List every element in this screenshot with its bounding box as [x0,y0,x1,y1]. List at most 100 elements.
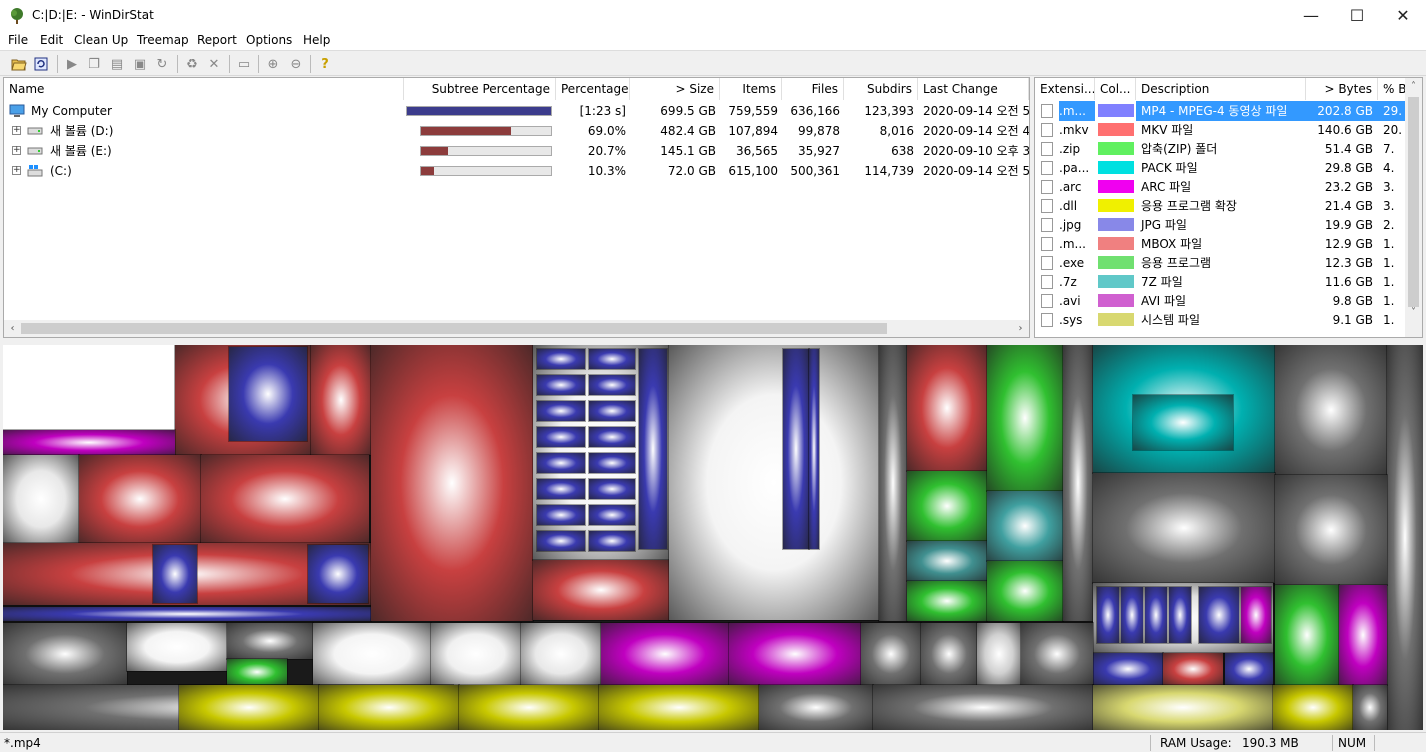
treemap-cell[interactable] [1092,652,1164,686]
scroll-thumb[interactable] [1408,97,1419,307]
treemap-cell[interactable] [782,348,810,550]
treemap-cell[interactable] [1224,652,1274,686]
treemap-cell[interactable] [920,622,978,686]
scroll-down-icon[interactable]: ˅ [1405,304,1422,321]
extension-row[interactable]: .pa... PACK 파일 29.8 GB 4. [1035,158,1407,177]
treemap-cell[interactable] [200,454,370,544]
cmd-icon[interactable]: ▣ [130,54,150,74]
close-button[interactable]: ✕ [1380,0,1426,31]
treemap-cell[interactable] [1020,622,1094,686]
treemap-cell[interactable] [1198,586,1240,644]
explorer-icon[interactable]: ▤ [107,54,127,74]
treemap-cell[interactable] [638,348,668,550]
treemap[interactable] [3,345,1423,730]
treemap-cell[interactable] [532,559,670,621]
col-files[interactable]: Files [782,78,844,100]
treemap-cell[interactable] [588,504,636,526]
treemap-cell[interactable] [536,452,586,474]
treemap-cell[interactable] [588,374,636,396]
treemap-cell[interactable] [307,544,369,604]
extension-row[interactable]: .mkv MKV 파일 140.6 GB 20. [1035,120,1407,139]
treemap-cell[interactable] [598,684,760,730]
treemap-cell[interactable] [1132,394,1234,451]
menu-treemap[interactable]: Treemap [137,33,189,47]
treemap-cell[interactable] [78,454,202,544]
treemap-cell[interactable] [1092,472,1276,584]
extension-row[interactable]: .m... MP4 - MPEG-4 동영상 파일 202.8 GB 29. [1035,101,1407,121]
menu-help[interactable]: Help [303,33,330,47]
treemap-cell[interactable] [1144,586,1168,644]
extension-row[interactable]: .jpg JPG 파일 19.9 GB 2. [1035,215,1407,234]
refresh-icon[interactable] [31,54,51,74]
col-items[interactable]: Items [720,78,782,100]
maximize-button[interactable]: ☐ [1334,0,1380,31]
treemap-cell[interactable] [600,622,730,686]
treemap-cell[interactable] [588,348,636,370]
extension-row[interactable]: .avi AVI 파일 9.8 GB 1. [1035,291,1407,310]
treemap-cell[interactable] [808,348,820,550]
treemap-cell[interactable] [1338,584,1388,686]
horizontal-scrollbar[interactable]: ‹ › [4,320,1029,337]
treemap-cell[interactable] [126,622,228,672]
treemap-cell[interactable] [1162,652,1224,686]
treemap-cell[interactable] [536,374,586,396]
recycle-icon[interactable]: ♻ [182,54,202,74]
treemap-cell[interactable] [1240,586,1272,644]
treemap-cell[interactable] [1120,586,1144,644]
extension-row[interactable]: .exe 응용 프로그램 12.3 GB 1. [1035,253,1407,272]
scroll-right-icon[interactable]: › [1012,320,1029,337]
treemap-cell[interactable] [1168,586,1192,644]
col-percentage[interactable]: Percentage [556,78,630,100]
extension-row[interactable]: .7z 7Z 파일 11.6 GB 1. [1035,272,1407,291]
treemap-cell[interactable] [588,452,636,474]
expand-icon[interactable]: + [12,166,21,175]
treemap-cell[interactable] [986,560,1064,622]
treemap-cell[interactable] [310,345,372,456]
treemap-cell[interactable] [728,622,862,686]
col-name[interactable]: Name [4,78,404,100]
scroll-thumb[interactable] [21,323,887,334]
treemap-cell[interactable] [588,478,636,500]
table-row[interactable]: + 새 볼륨 (D:) 69.0% 482.4 GB 107,894 99,878 8,01… [4,121,1029,141]
help-icon[interactable]: ? [315,54,335,74]
treemap-cell[interactable] [152,544,198,604]
extension-row[interactable]: .dll 응용 프로그램 확장 21.4 GB 3. [1035,196,1407,215]
treemap-cell[interactable] [430,622,522,686]
treemap-cell[interactable] [458,684,600,730]
treemap-cell[interactable] [906,470,988,542]
treemap-cell[interactable] [3,345,175,430]
treemap-cell[interactable] [1096,586,1120,644]
treemap-cell[interactable] [536,478,586,500]
extension-row[interactable]: .zip 압축(ZIP) 폴더 51.4 GB 7. [1035,139,1407,158]
treemap-cell[interactable] [1274,474,1388,586]
scroll-left-icon[interactable]: ‹ [4,320,21,337]
treemap-cell[interactable] [986,345,1064,492]
treemap-cell[interactable] [536,348,586,370]
menu-cleanup[interactable]: Clean Up [74,33,128,47]
directory-list[interactable]: Name Subtree Percentage Percentage > Siz… [3,77,1030,338]
treemap-cell[interactable] [370,345,534,622]
copy-icon[interactable]: ❐ [84,54,104,74]
treemap-cell[interactable] [3,429,176,456]
open-icon[interactable] [9,54,29,74]
zoom-out-icon[interactable]: ⊖ [286,54,306,74]
vertical-scrollbar[interactable]: ˄ ˅ [1405,78,1422,337]
extension-row[interactable]: .arc ARC 파일 23.2 GB 3. [1035,177,1407,196]
zoom-in-icon[interactable]: ⊕ [263,54,283,74]
table-row[interactable]: + 새 볼륨 (E:) 20.7% 145.1 GB 36,565 35,927 638 20… [4,141,1029,161]
table-row[interactable]: + (C:) 10.3% 72.0 GB 615,100 500,361 114,739 2… [4,161,1029,181]
treemap-cell[interactable] [588,400,636,422]
treemap-cell[interactable] [3,622,128,686]
treemap-cell[interactable] [758,684,874,730]
treemap-cell[interactable] [1062,345,1094,622]
treemap-cell[interactable] [1386,345,1423,730]
play-icon[interactable]: ▶ [62,54,82,74]
treemap-cell[interactable] [228,346,308,442]
treemap-cell[interactable] [1274,345,1388,476]
treemap-cell[interactable] [318,684,460,730]
menu-options[interactable]: Options [246,33,292,47]
col-color[interactable]: Col... [1095,78,1136,100]
treemap-cell[interactable] [226,658,288,686]
col-subdirs[interactable]: Subdirs [844,78,918,100]
treemap-cell[interactable] [178,684,320,730]
